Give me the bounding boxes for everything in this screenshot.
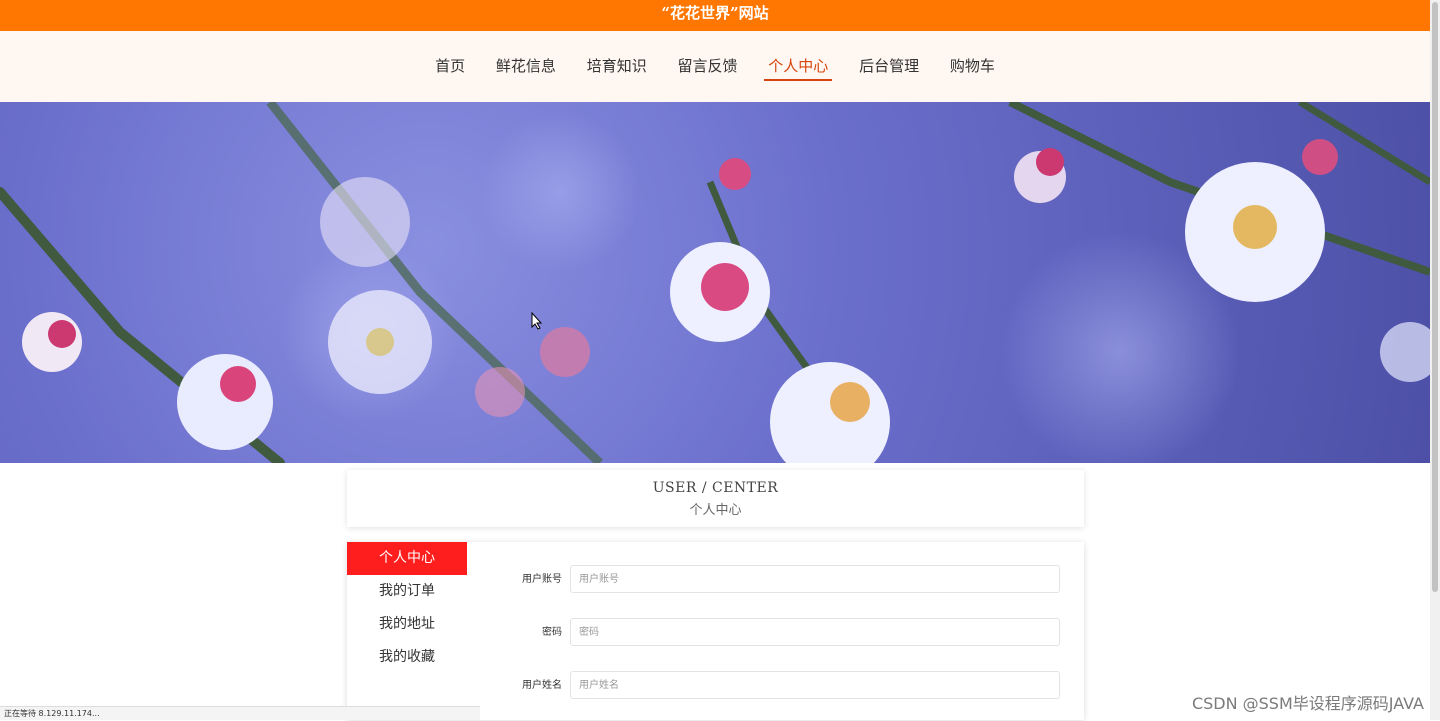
nav-cultivation-knowledge[interactable]: 培育知识 xyxy=(583,56,651,79)
account-label: 用户账号 xyxy=(522,574,562,585)
site-header: “花花世界”网站 xyxy=(0,0,1430,31)
form-row-username: 用户姓名 xyxy=(487,671,1062,701)
banner-image xyxy=(0,102,1430,463)
user-center-panel: 个人中心 我的订单 我的地址 我的收藏 用户账号 密码 用户姓名 xyxy=(347,542,1084,720)
watermark: CSDN @SSM毕设程序源码JAVA xyxy=(1191,694,1424,713)
section-title-en: USER / CENTER xyxy=(652,480,779,496)
mouse-pointer-icon xyxy=(531,311,543,334)
main-nav: 首页 鲜花信息 培育知识 留言反馈 个人中心 后台管理 购物车 xyxy=(0,56,1430,81)
sidebar-item-user-center[interactable]: 个人中心 xyxy=(347,542,467,575)
username-input[interactable] xyxy=(570,671,1060,699)
password-label: 密码 xyxy=(542,627,562,638)
nav-user-center[interactable]: 个人中心 xyxy=(764,56,833,81)
section-title-cn: 个人中心 xyxy=(689,503,742,518)
username-label: 用户姓名 xyxy=(522,680,562,691)
form-row-account: 用户账号 xyxy=(487,565,1062,595)
password-input[interactable] xyxy=(570,618,1060,646)
vertical-scrollbar[interactable] xyxy=(1430,0,1440,720)
sidebar-item-my-address[interactable]: 我的地址 xyxy=(347,608,467,641)
nav-flower-info[interactable]: 鲜花信息 xyxy=(492,56,560,79)
plum-blossom-illustration xyxy=(0,102,1430,463)
browser-status-bar: 正在等待 8.129.11.174... xyxy=(0,706,480,720)
section-title-card: USER / CENTER 个人中心 xyxy=(347,470,1084,527)
scrollbar-thumb[interactable] xyxy=(1432,2,1438,592)
user-sidebar: 个人中心 我的订单 我的地址 我的收藏 xyxy=(347,542,467,674)
nav-home[interactable]: 首页 xyxy=(431,56,469,79)
account-input[interactable] xyxy=(570,565,1060,593)
nav-admin[interactable]: 后台管理 xyxy=(855,56,923,79)
site-title: “花花世界”网站 xyxy=(661,4,769,22)
form-row-password: 密码 xyxy=(487,618,1062,648)
main-nav-bar: 首页 鲜花信息 培育知识 留言反馈 个人中心 后台管理 购物车 xyxy=(0,31,1430,102)
nav-feedback[interactable]: 留言反馈 xyxy=(673,56,741,79)
nav-cart[interactable]: 购物车 xyxy=(946,56,999,79)
sidebar-item-my-orders[interactable]: 我的订单 xyxy=(347,575,467,608)
sidebar-item-my-favorites[interactable]: 我的收藏 xyxy=(347,641,467,674)
